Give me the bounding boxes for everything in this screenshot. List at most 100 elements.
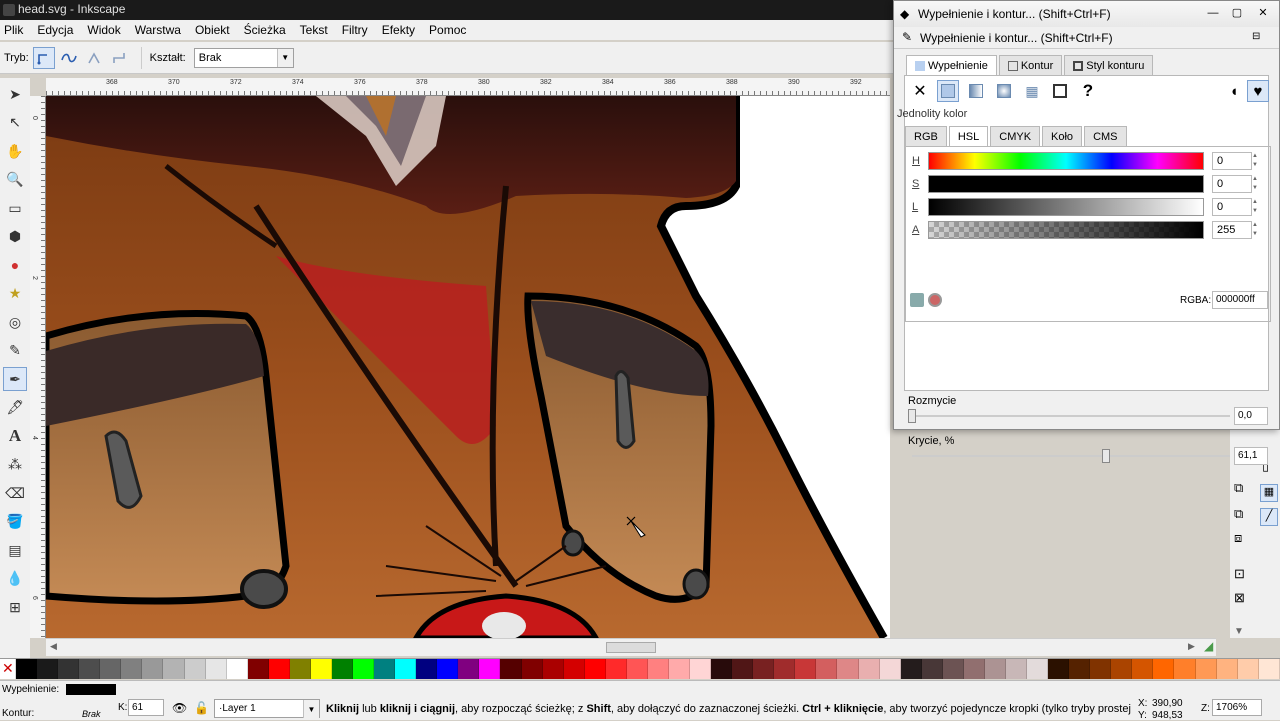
horizontal-ruler[interactable]: 3683703723743763783803823843863883903923… (46, 78, 924, 96)
node-tool-icon[interactable]: ↖ (3, 111, 27, 135)
tab-cms[interactable]: CMS (1084, 126, 1127, 146)
spiro-mode-button[interactable] (58, 47, 80, 69)
chevron-down-icon[interactable]: ▼ (1234, 626, 1244, 637)
color-swatch[interactable] (837, 659, 859, 679)
chevron-down-icon[interactable]: ▼ (276, 48, 293, 67)
opacity-value[interactable]: 61,1 (1234, 447, 1268, 465)
color-swatch[interactable] (353, 659, 375, 679)
zoom-tool-icon[interactable]: 🔍 (3, 168, 27, 192)
color-swatch[interactable] (58, 659, 80, 679)
tweak-tool-icon[interactable]: ✋ (3, 139, 27, 163)
color-swatch[interactable] (1237, 659, 1259, 679)
transform-icon[interactable]: ⊠ (1234, 590, 1245, 606)
saturation-slider[interactable] (928, 175, 1204, 193)
blur-slider-thumb[interactable] (908, 409, 916, 423)
color-swatch[interactable] (289, 659, 311, 679)
color-swatch[interactable] (626, 659, 648, 679)
lightness-value[interactable]: 0 (1212, 198, 1252, 216)
star-tool-icon[interactable]: ★ (3, 282, 27, 306)
color-swatch[interactable] (753, 659, 775, 679)
ellipse-tool-icon[interactable]: ● (3, 253, 27, 277)
color-swatch[interactable] (1027, 659, 1049, 679)
connector-tool-icon[interactable]: ⊞ (3, 595, 27, 619)
hue-slider[interactable] (928, 152, 1204, 170)
lock-icon[interactable]: 🔓 (194, 701, 209, 715)
color-swatch[interactable] (1048, 659, 1070, 679)
color-swatch[interactable] (1174, 659, 1196, 679)
gradient-tool-icon[interactable]: ▤ (3, 538, 27, 562)
flat-color-icon[interactable] (937, 80, 959, 102)
linear-gradient-icon[interactable] (965, 80, 987, 102)
rgba-field[interactable]: 000000ff (1212, 291, 1268, 309)
selector-tool-icon[interactable]: ➤ (3, 82, 27, 106)
menu-obiekt[interactable]: Obiekt (195, 23, 230, 37)
group-icon[interactable]: ⧈ (1234, 530, 1242, 546)
color-swatch[interactable] (310, 659, 332, 679)
color-swatch[interactable] (542, 659, 564, 679)
color-swatch[interactable] (37, 659, 59, 679)
menu-filtry[interactable]: Filtry (342, 23, 368, 37)
color-swatch[interactable] (268, 659, 290, 679)
saturation-value[interactable]: 0 (1212, 175, 1252, 193)
drawing-canvas[interactable] (46, 96, 890, 638)
scroll-right-icon[interactable]: ▶ (1188, 641, 1195, 652)
color-swatch[interactable] (395, 659, 417, 679)
alpha-slider[interactable] (928, 221, 1204, 239)
color-managed-icon[interactable]: ◢ (1204, 639, 1213, 653)
menu-pomoc[interactable]: Pomoc (429, 23, 466, 37)
box-3d-tool-icon[interactable]: ⬢ (3, 225, 27, 249)
color-swatch[interactable] (900, 659, 922, 679)
menu-edycja[interactable]: Edycja (37, 23, 73, 37)
tab-fill[interactable]: Wypełnienie (906, 55, 997, 75)
color-swatch[interactable] (500, 659, 522, 679)
color-swatch[interactable] (605, 659, 627, 679)
color-swatch[interactable] (963, 659, 985, 679)
lightness-spin-icon[interactable]: ▲ ▼ (1252, 198, 1260, 216)
color-swatch[interactable] (416, 659, 438, 679)
color-swatch[interactable] (1111, 659, 1133, 679)
hue-spin-icon[interactable]: ▲ ▼ (1252, 152, 1260, 170)
color-swatch[interactable] (100, 659, 122, 679)
pen-tool-icon[interactable]: ✒ (3, 367, 27, 391)
color-swatch[interactable] (1069, 659, 1091, 679)
no-paint-icon[interactable]: ✕ (909, 80, 931, 102)
color-swatch[interactable] (584, 659, 606, 679)
duplicate-icon[interactable]: ⧉ (1234, 480, 1243, 496)
color-swatch[interactable] (163, 659, 185, 679)
color-swatch[interactable] (247, 659, 269, 679)
scroll-left-icon[interactable]: ◀ (50, 641, 57, 652)
eraser-tool-icon[interactable]: ⌫ (3, 481, 27, 505)
color-swatch[interactable] (142, 659, 164, 679)
minimize-icon[interactable]: — (1206, 6, 1220, 20)
menu-widok[interactable]: Widok (87, 23, 120, 37)
color-swatch[interactable] (647, 659, 669, 679)
pencil-tool-icon[interactable]: ✎ (3, 339, 27, 363)
zoom-field[interactable]: 1706% (1212, 699, 1262, 716)
fill-indicator[interactable] (66, 684, 116, 695)
color-managed-swatch-icon[interactable] (910, 293, 924, 307)
fill-rule-nonzero-icon[interactable]: ♥ (1247, 80, 1269, 102)
spiral-tool-icon[interactable]: ◎ (3, 310, 27, 334)
spray-tool-icon[interactable]: ⁂ (3, 453, 27, 477)
color-swatch[interactable] (732, 659, 754, 679)
menu-sciezka[interactable]: Ścieżka (244, 23, 286, 37)
opacity-k-field[interactable]: 61 (128, 699, 164, 716)
no-paint-swatch[interactable] (0, 659, 16, 679)
tab-hsl[interactable]: HSL (948, 126, 989, 146)
grid-icon[interactable]: ▦ (1260, 484, 1278, 502)
lightness-slider[interactable] (928, 198, 1204, 216)
alpha-spin-icon[interactable]: ▲ ▼ (1252, 221, 1260, 239)
color-swatch[interactable] (1005, 659, 1027, 679)
color-swatch[interactable] (458, 659, 480, 679)
menu-efekty[interactable]: Efekty (382, 23, 415, 37)
fill-rule-evenodd-icon[interactable]: ◖ (1223, 80, 1245, 102)
color-swatch[interactable] (79, 659, 101, 679)
dropper-tool-icon[interactable]: 💧 (3, 567, 27, 591)
color-swatch[interactable] (521, 659, 543, 679)
color-swatch[interactable] (1195, 659, 1217, 679)
unset-paint-icon[interactable]: ? (1077, 80, 1099, 102)
paint-bucket-tool-icon[interactable]: 🪣 (3, 510, 27, 534)
color-swatch[interactable] (921, 659, 943, 679)
bezier-mode-button[interactable] (32, 46, 55, 69)
calligraphy-tool-icon[interactable]: 🖋 (3, 396, 27, 420)
